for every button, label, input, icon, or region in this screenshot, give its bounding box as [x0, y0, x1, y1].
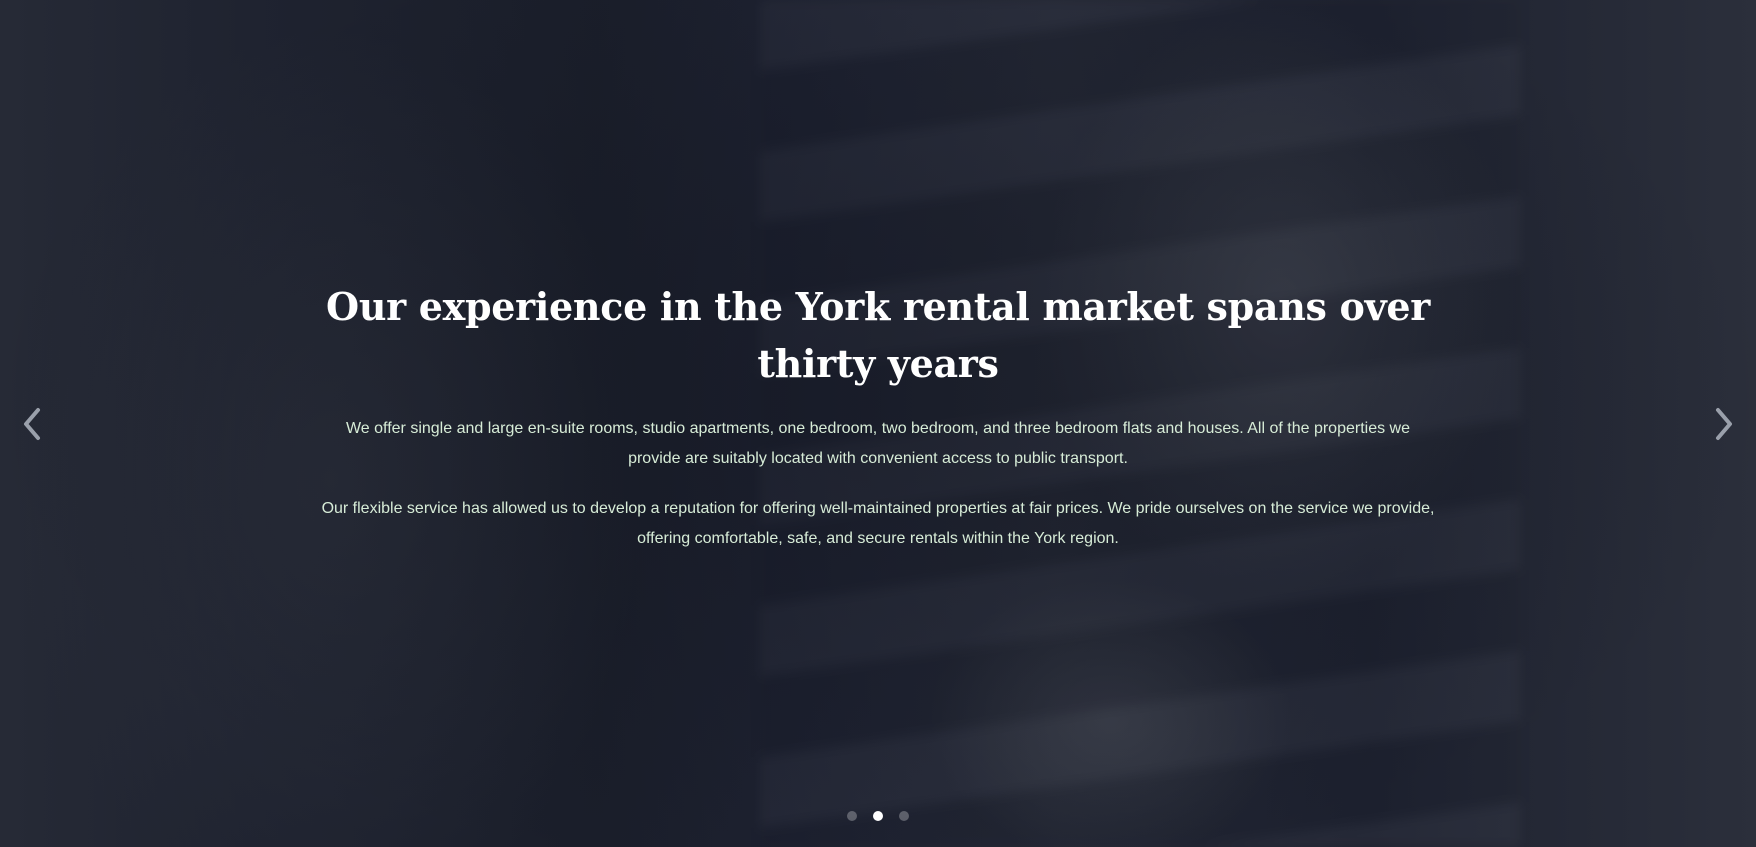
- carousel-dot-1[interactable]: [847, 811, 857, 821]
- hero-headline: Our experience in the York rental market…: [326, 284, 1430, 386]
- carousel-indicators: [0, 811, 1756, 821]
- hero-paragraph-2: Our flexible service has allowed us to d…: [321, 500, 1435, 547]
- chevron-left-icon: [24, 408, 40, 440]
- chevron-right-icon: [1716, 408, 1732, 440]
- carousel-next-button[interactable]: [1706, 403, 1742, 445]
- carousel-prev-button[interactable]: [14, 403, 50, 445]
- carousel-dot-2[interactable]: [873, 811, 883, 821]
- hero-content: Our experience in the York rental market…: [320, 278, 1436, 574]
- hero-carousel: Our experience in the York rental market…: [0, 0, 1756, 847]
- carousel-dot-3[interactable]: [899, 811, 909, 821]
- hero-paragraph-1: We offer single and large en-suite rooms…: [345, 420, 1410, 467]
